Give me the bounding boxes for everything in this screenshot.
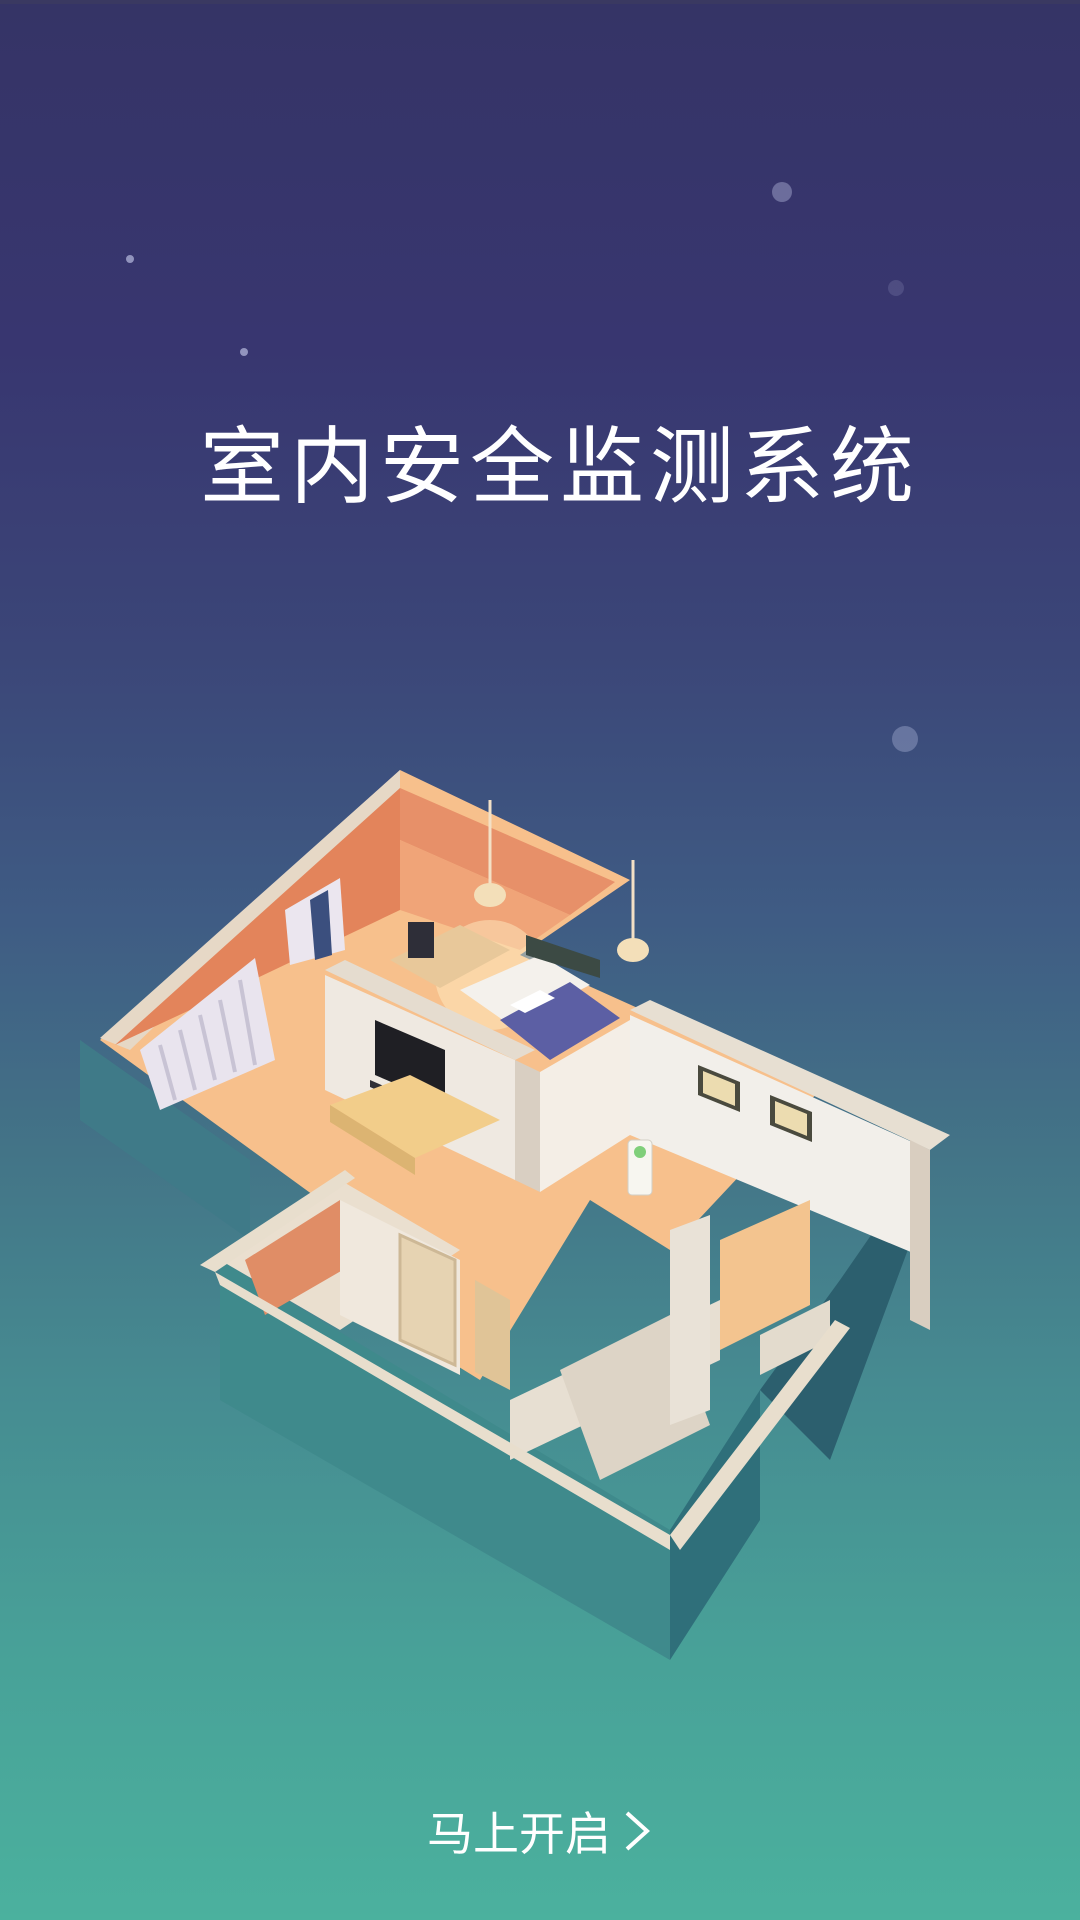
app-title: 室内安全监测系统 <box>199 418 920 516</box>
star-dot <box>126 255 134 263</box>
star-dot <box>888 280 904 296</box>
isometric-house-illustration <box>80 770 950 1660</box>
star-dot <box>772 182 792 202</box>
star-dot <box>892 726 918 752</box>
start-now-label: 马上开启 <box>427 1807 611 1861</box>
chevron-right-icon <box>625 1811 650 1851</box>
splash-screen: 室内安全监测系统 马上开启 <box>0 0 1080 1920</box>
start-now-button[interactable]: 马上开启 <box>390 1786 690 1876</box>
star-dot <box>240 348 248 356</box>
status-bar-edge <box>0 0 1080 4</box>
